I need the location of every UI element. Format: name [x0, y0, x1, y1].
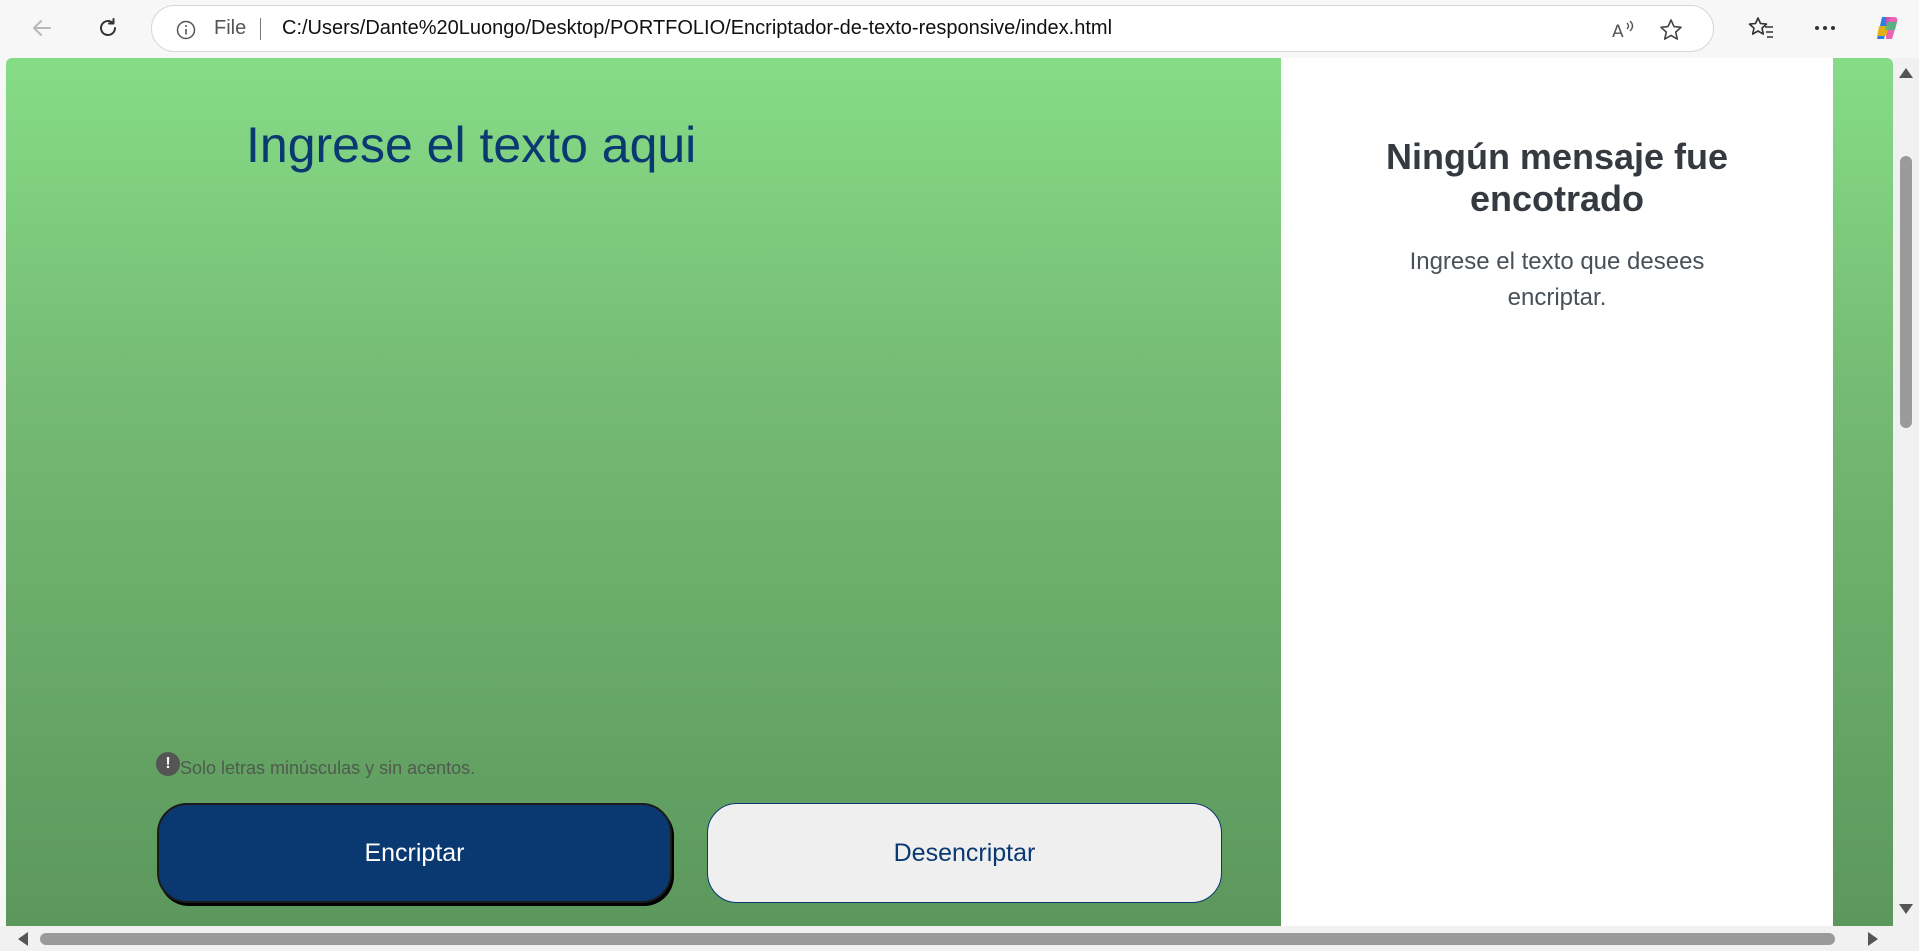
- background-strip: [1833, 58, 1893, 926]
- address-bar[interactable]: File C:/Users/Dante%20Luongo/Desktop/POR…: [151, 5, 1714, 52]
- refresh-button[interactable]: [88, 8, 128, 48]
- output-panel: Ningún mensaje fue encotrado Ingrese el …: [1281, 58, 1833, 926]
- copilot-icon[interactable]: [1873, 14, 1901, 42]
- read-aloud-icon[interactable]: A: [1610, 17, 1636, 43]
- more-icon[interactable]: [1811, 14, 1839, 42]
- encrypt-button[interactable]: Encriptar: [157, 803, 672, 903]
- refresh-icon: [100, 18, 116, 36]
- output-body: Ingrese el texto que desees encriptar.: [1409, 248, 1705, 311]
- svg-text:A: A: [1612, 22, 1624, 42]
- output-title: Ningún mensaje fue encotrado: [1385, 136, 1729, 219]
- scrollbar-corner: [1893, 926, 1919, 951]
- decrypt-button[interactable]: Desencriptar: [707, 803, 1222, 903]
- star-icon[interactable]: [1658, 17, 1684, 43]
- favorites-icon[interactable]: [1747, 14, 1775, 42]
- scroll-left-icon[interactable]: [18, 932, 28, 946]
- scroll-down-icon[interactable]: [1899, 904, 1913, 914]
- hint: ! Solo letras minúsculas y sin acentos.: [156, 751, 476, 779]
- back-button[interactable]: [22, 8, 62, 48]
- back-arrow-icon: [33, 20, 51, 36]
- scroll-right-icon[interactable]: [1868, 932, 1878, 946]
- exclamation-icon: !: [156, 751, 180, 776]
- text-input[interactable]: Ingrese el texto aqui: [246, 116, 696, 174]
- vertical-scroll-thumb[interactable]: [1900, 156, 1912, 428]
- vertical-scrollbar[interactable]: [1893, 58, 1919, 926]
- address-separator: [260, 18, 261, 40]
- url-text[interactable]: C:/Users/Dante%20Luongo/Desktop/PORTFOLI…: [282, 6, 1112, 51]
- horizontal-scroll-thumb[interactable]: [40, 933, 1835, 945]
- hint-text: Solo letras minúsculas y sin acentos.: [180, 758, 476, 778]
- page-viewport: Ingrese el texto aqui ! Solo letras minú…: [6, 58, 1893, 926]
- horizontal-scrollbar[interactable]: [0, 926, 1893, 951]
- info-icon[interactable]: [176, 20, 196, 40]
- scheme-label: File: [214, 17, 247, 39]
- browser-toolbar: File C:/Users/Dante%20Luongo/Desktop/POR…: [0, 0, 1919, 58]
- scroll-up-icon[interactable]: [1899, 68, 1913, 78]
- input-section: Ingrese el texto aqui ! Solo letras minú…: [6, 58, 1281, 926]
